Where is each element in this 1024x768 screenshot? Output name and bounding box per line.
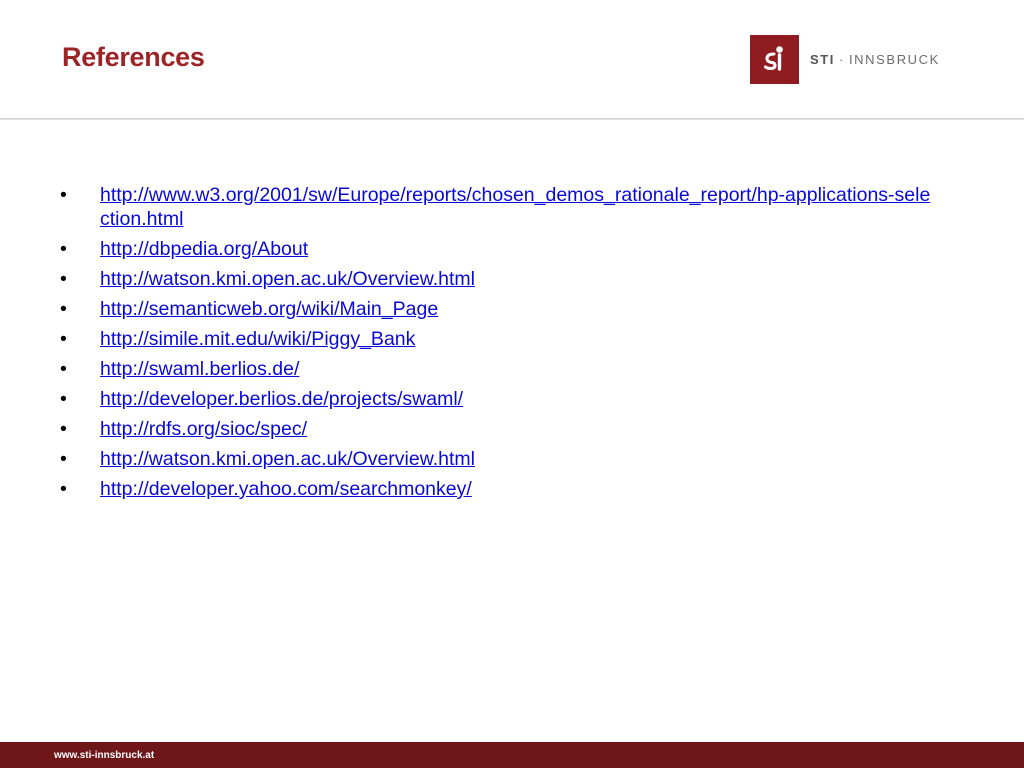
logo-separator: · xyxy=(839,51,845,67)
list-item: http://watson.kmi.open.ac.uk/Overview.ht… xyxy=(58,447,938,471)
list-item: http://rdfs.org/sioc/spec/ xyxy=(58,417,938,441)
reference-link[interactable]: http://semanticweb.org/wiki/Main_Page xyxy=(100,298,438,320)
list-item: http://swaml.berlios.de/ xyxy=(58,357,938,381)
header-divider xyxy=(0,118,1024,120)
reference-link[interactable]: http://watson.kmi.open.ac.uk/Overview.ht… xyxy=(100,448,475,470)
reference-link[interactable]: http://www.w3.org/2001/sw/Europe/reports… xyxy=(100,184,930,230)
reference-link[interactable]: http://developer.berlios.de/projects/swa… xyxy=(100,388,463,410)
reference-list: http://www.w3.org/2001/sw/Europe/reports… xyxy=(58,183,938,507)
list-item: http://watson.kmi.open.ac.uk/Overview.ht… xyxy=(58,267,938,291)
list-item: http://developer.berlios.de/projects/swa… xyxy=(58,387,938,411)
list-item: http://developer.yahoo.com/searchmonkey/ xyxy=(58,477,938,501)
footer-bar: www.sti-innsbruck.at xyxy=(0,742,1024,768)
footer-url: www.sti-innsbruck.at xyxy=(54,750,155,761)
reference-link[interactable]: http://swaml.berlios.de/ xyxy=(100,358,299,380)
reference-link[interactable]: http://watson.kmi.open.ac.uk/Overview.ht… xyxy=(100,268,475,290)
slide-title: References xyxy=(62,42,205,72)
reference-link[interactable]: http://rdfs.org/sioc/spec/ xyxy=(100,418,307,440)
sti-innsbruck-logo: STI · INNSBRUCK xyxy=(750,34,940,84)
logo-wordmark: STI · INNSBRUCK xyxy=(810,52,940,67)
list-item: http://dbpedia.org/About xyxy=(58,237,938,261)
reference-link[interactable]: http://simile.mit.edu/wiki/Piggy_Bank xyxy=(100,328,415,350)
sti-logo-icon xyxy=(750,34,799,84)
list-item: http://semanticweb.org/wiki/Main_Page xyxy=(58,297,938,321)
reference-link[interactable]: http://dbpedia.org/About xyxy=(100,238,308,260)
logo-name: INNSBRUCK xyxy=(848,51,940,67)
reference-link[interactable]: http://developer.yahoo.com/searchmonkey/ xyxy=(100,478,472,500)
list-item: http://simile.mit.edu/wiki/Piggy_Bank xyxy=(58,327,938,351)
list-item: http://www.w3.org/2001/sw/Europe/reports… xyxy=(58,183,938,231)
logo-brand: STI xyxy=(810,51,836,67)
